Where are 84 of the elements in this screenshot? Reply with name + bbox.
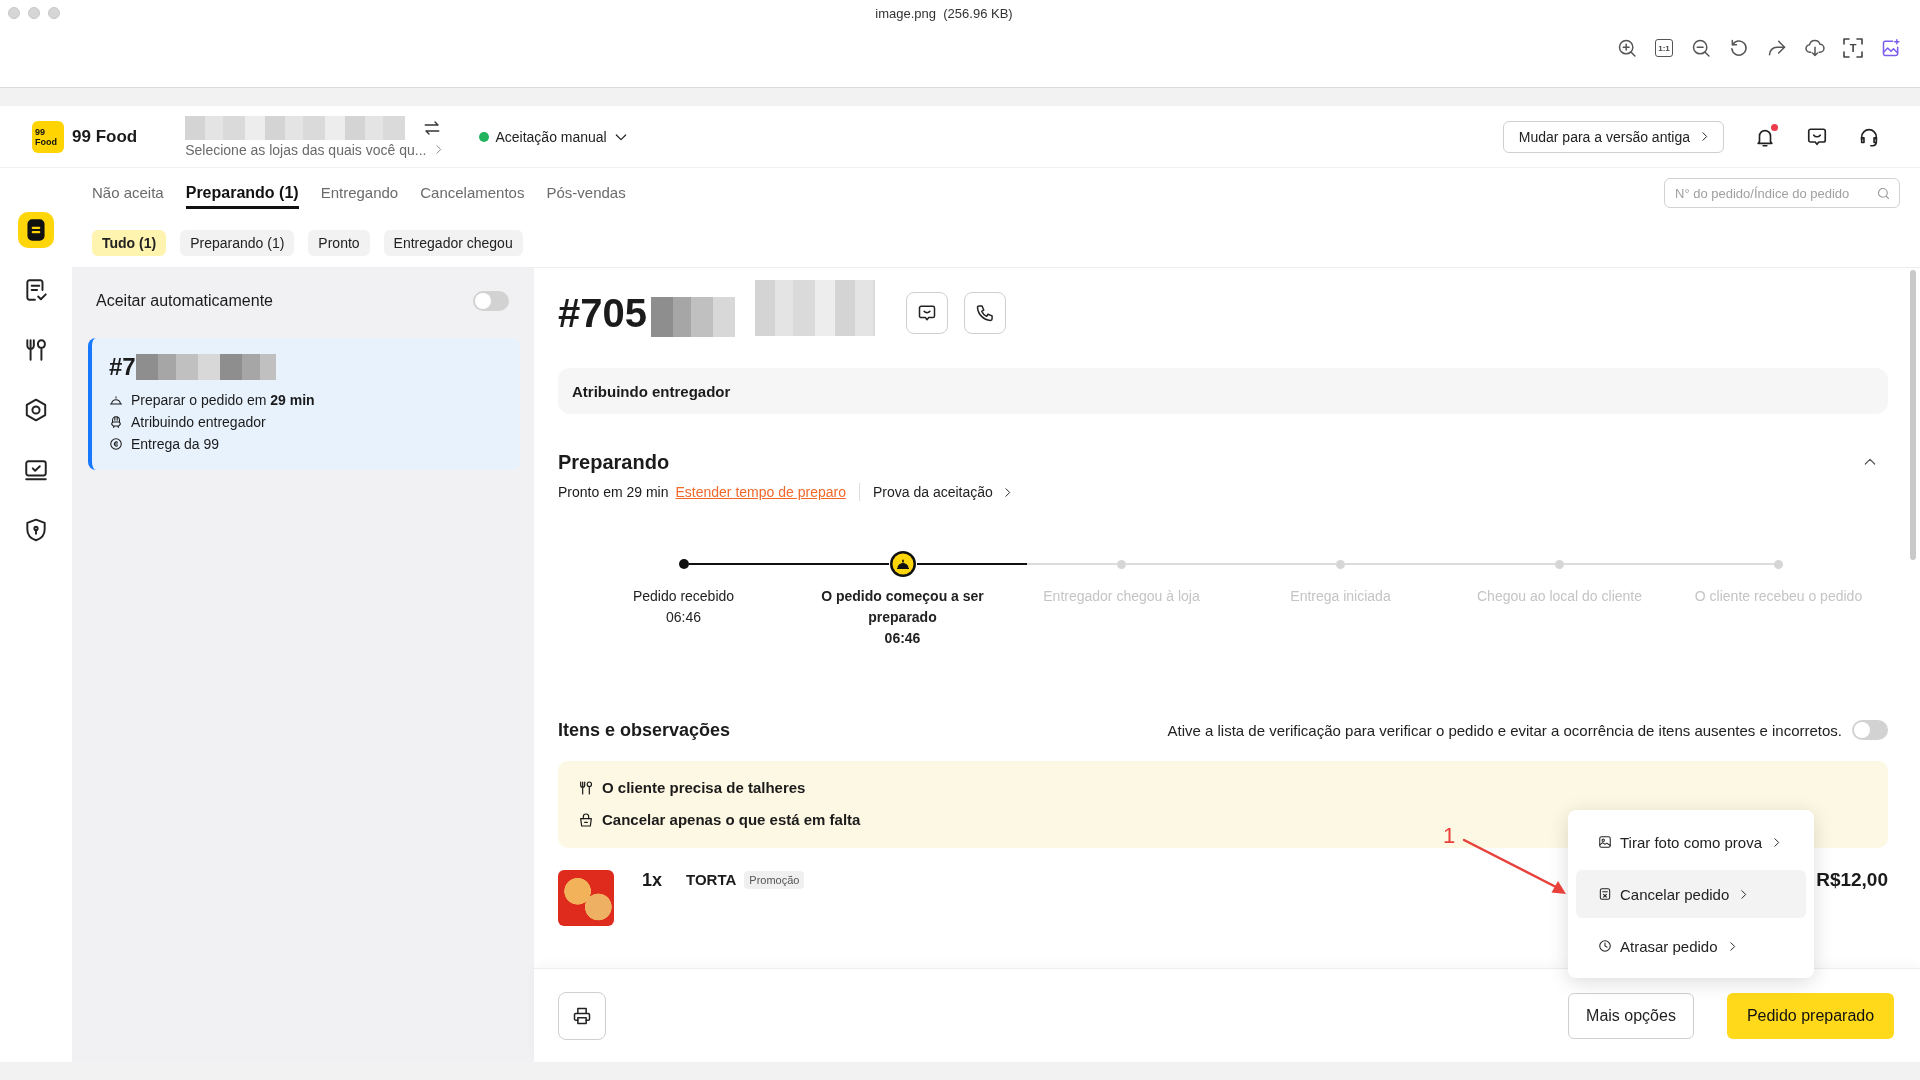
phone-icon xyxy=(975,303,995,323)
sidebar-nav-button[interactable] xyxy=(18,212,54,248)
filter-chip[interactable]: Pronto xyxy=(308,229,370,256)
order-card-info: Atribuindo entregador xyxy=(131,413,266,432)
section-title: Itens e observações xyxy=(558,719,731,741)
order-number: #7 xyxy=(109,353,136,381)
chat-icon xyxy=(917,303,937,323)
step-time: 06:46 xyxy=(884,629,921,648)
item-quantity: 1x xyxy=(642,869,663,892)
brand-name: 99 Food xyxy=(72,126,138,147)
menu-item[interactable]: Cancelar pedido xyxy=(1576,870,1806,918)
chat-button[interactable] xyxy=(906,292,948,334)
step-label: Chegou ao local do cliente xyxy=(1477,587,1642,606)
bag-icon xyxy=(578,812,594,828)
zoom-out-icon[interactable] xyxy=(1691,38,1711,58)
window-title: image.png (256.96 KB) xyxy=(875,5,1013,21)
menu-item[interactable]: Tirar foto como prova xyxy=(1576,818,1806,866)
rotate-icon[interactable] xyxy=(1729,38,1749,58)
acceptance-proof-link[interactable]: Prova da aceitação xyxy=(872,484,1014,500)
call-button[interactable] xyxy=(964,292,1006,334)
tab[interactable]: Preparando (1) xyxy=(185,177,299,209)
text-recognition-button[interactable]: T xyxy=(1843,38,1863,58)
actual-size-button[interactable]: 1:1 xyxy=(1655,39,1673,57)
cutlery-icon xyxy=(23,337,49,363)
status-banner: Atribuindo entregador xyxy=(558,368,1888,414)
checklist-hint: Ative a lista de verificação para verificar o pedido e evitar a ocorrência de itens ausentes e incorretos. xyxy=(1167,721,1842,739)
zoom-in-icon[interactable] xyxy=(1617,38,1637,58)
step-label: Pedido recebido xyxy=(632,587,735,606)
item-price: R$12,00 xyxy=(1816,868,1888,892)
promotion-tag: Promoção xyxy=(744,871,805,889)
note-text: Cancelar apenas o que está em falta xyxy=(602,810,861,830)
helmet-icon xyxy=(109,415,123,429)
step-label: Entregador chegou à loja xyxy=(1043,587,1200,606)
order-card[interactable]: #7 Preparar o pedido em 29 min Atribuindo entregador Entrega da 99 xyxy=(88,338,520,470)
checklist-toggle[interactable] xyxy=(1852,720,1888,740)
step-label: O pedido começou a ser preparado xyxy=(820,587,985,627)
cloud-download-icon[interactable] xyxy=(1805,38,1825,58)
tab[interactable]: Não aceita xyxy=(92,177,164,209)
annotation-number: 1 xyxy=(1443,824,1456,848)
food-photo-placeholder xyxy=(558,870,614,926)
acceptance-mode-dropdown[interactable]: Aceitação manual xyxy=(479,128,629,145)
item-name: TORTA xyxy=(686,870,737,890)
order-card-info: Entrega da 99 xyxy=(131,435,219,454)
tab[interactable]: Entregando xyxy=(320,177,399,209)
app-logo: 99 Food xyxy=(32,120,64,153)
cloche-icon xyxy=(109,393,123,407)
image-sparkle-icon[interactable] xyxy=(1881,38,1901,58)
step-label: O cliente recebeu o pedido xyxy=(1694,587,1863,606)
order-number: #705 xyxy=(558,290,647,337)
tab[interactable]: Pós-vendas xyxy=(546,177,626,209)
share-arrow-icon[interactable] xyxy=(1767,38,1787,58)
search-icon[interactable] xyxy=(1876,185,1891,201)
auto-accept-label: Aceitar automaticamente xyxy=(96,292,273,310)
print-button[interactable] xyxy=(558,991,606,1040)
chat-icon[interactable] xyxy=(1806,125,1828,148)
store-hint[interactable]: Selecione as lojas das quais você qu... xyxy=(185,141,427,158)
old-version-button[interactable]: Mudar para a versão antiga xyxy=(1502,120,1724,153)
scrollbar[interactable] xyxy=(1910,270,1916,560)
note-text: O cliente precisa de talheres xyxy=(602,778,806,798)
cutlery-icon xyxy=(578,780,594,796)
swirl-circle-icon xyxy=(109,437,123,451)
document-check-icon xyxy=(23,277,49,303)
filter-chip[interactable]: Entregador chegou xyxy=(383,229,523,256)
search-field[interactable]: N° do pedido/Índice do pedido xyxy=(1664,178,1900,208)
printer-icon xyxy=(572,1005,592,1026)
hexagon-settings-icon xyxy=(23,397,49,423)
menu-item[interactable]: Atrasar pedido xyxy=(1576,922,1806,970)
tab[interactable]: Cancelamentos xyxy=(420,177,525,209)
filter-chip[interactable]: Preparando (1) xyxy=(180,229,295,256)
section-title: Preparando xyxy=(558,450,670,474)
step-label: Entrega iniciada xyxy=(1290,587,1391,606)
document-icon xyxy=(1598,887,1612,901)
ready-time-text: Pronto em 29 min xyxy=(558,484,669,500)
auto-accept-toggle[interactable] xyxy=(473,291,509,311)
monitor-check-icon xyxy=(23,457,49,483)
step-time: 06:46 xyxy=(665,608,701,627)
notifications-button[interactable] xyxy=(1754,125,1776,148)
order-ready-button[interactable]: Pedido preparado xyxy=(1727,992,1894,1039)
image-icon xyxy=(1598,835,1612,849)
filter-chip[interactable]: Tudo (1) xyxy=(92,229,167,256)
order-card-info: Preparar o pedido em 29 min xyxy=(131,391,315,410)
shield-icon xyxy=(23,517,49,543)
clock-icon xyxy=(1598,939,1612,953)
more-options-button[interactable]: Mais opções xyxy=(1568,992,1694,1039)
